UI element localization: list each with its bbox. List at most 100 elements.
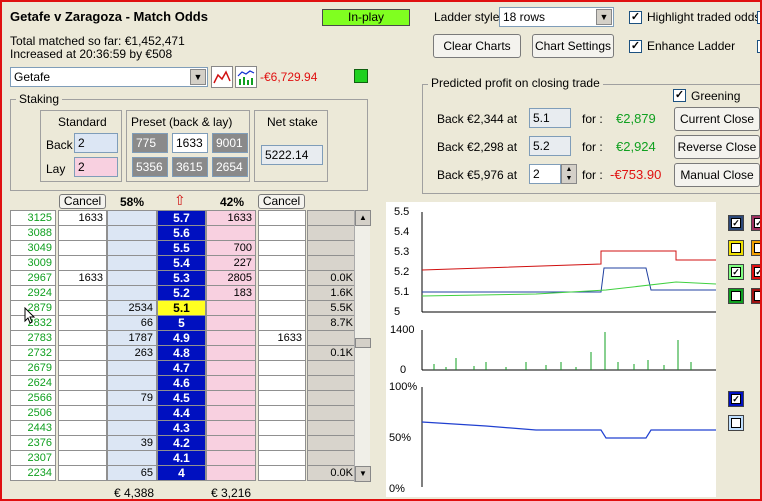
manual-price-input[interactable]: 2 <box>529 164 561 184</box>
series-check-icon[interactable]: ✓ <box>754 267 760 277</box>
extra-checkbox-2[interactable] <box>757 40 760 53</box>
ladder-back-cell[interactable] <box>107 360 157 376</box>
ladder-back-cell[interactable] <box>107 285 157 301</box>
ladder-price-cell[interactable]: 5.6 <box>157 225 206 241</box>
ladder-lay-stake-cell[interactable]: 1633 <box>258 330 306 346</box>
ladder-back-stake-cell[interactable] <box>58 405 107 421</box>
ladder-back-cell[interactable] <box>107 405 157 421</box>
ladder-back-cell[interactable] <box>107 210 157 226</box>
ladder-back-cell[interactable] <box>107 420 157 436</box>
ladder-back-stake-cell[interactable] <box>58 300 107 316</box>
ladder-lay-stake-cell[interactable] <box>258 345 306 361</box>
enhance-checkbox[interactable]: ✓ <box>629 40 642 53</box>
ladder-price-cell[interactable]: 4.2 <box>157 435 206 451</box>
ladder-back-stake-cell[interactable] <box>58 225 107 241</box>
ladder-price-cell[interactable]: 4.9 <box>157 330 206 346</box>
scroll-thumb[interactable] <box>355 338 371 348</box>
ladder-lay-cell[interactable] <box>206 315 256 331</box>
ladder-style-select[interactable]: 18 rows ▼ <box>499 7 614 27</box>
ladder-lay-cell[interactable] <box>206 225 256 241</box>
series-check-icon[interactable]: ✓ <box>731 218 741 228</box>
ladder-back-cell[interactable]: 79 <box>107 390 157 406</box>
series-box-icon[interactable] <box>731 418 741 428</box>
ladder-price-cell[interactable]: 4 <box>157 465 206 481</box>
current-close-button[interactable]: Current Close <box>674 107 760 131</box>
ladder-back-cell[interactable] <box>107 255 157 271</box>
series-color-lightgreen[interactable]: ✓ <box>728 264 744 280</box>
ladder-lay-stake-cell[interactable] <box>258 285 306 301</box>
ladder-price-cell[interactable]: 5.5 <box>157 240 206 256</box>
line-chart-icon[interactable] <box>211 66 233 88</box>
ladder-lay-stake-cell[interactable] <box>258 420 306 436</box>
series-box-icon[interactable] <box>754 243 760 253</box>
lay-stake-input[interactable]: 2 <box>74 157 118 177</box>
ladder-back-cell[interactable]: 263 <box>107 345 157 361</box>
ladder-price-cell[interactable]: 5.1 <box>157 300 206 316</box>
ladder-back-cell[interactable] <box>107 225 157 241</box>
ladder-price-cell[interactable]: 4.1 <box>157 450 206 466</box>
ladder-lay-stake-cell[interactable] <box>258 240 306 256</box>
series-color-darkred[interactable] <box>751 288 760 304</box>
ladder-lay-cell[interactable] <box>206 465 256 481</box>
ladder-price-cell[interactable]: 5 <box>157 315 206 331</box>
series-check-icon[interactable]: ✓ <box>731 394 741 404</box>
ladder-back-stake-cell[interactable] <box>58 390 107 406</box>
series-color-red[interactable]: ✓ <box>751 264 760 280</box>
ladder-back-stake-cell[interactable] <box>58 330 107 346</box>
preset-lay-1[interactable]: 5356 <box>132 157 168 177</box>
ladder-scrollbar[interactable]: ▲ ▼ <box>354 210 371 482</box>
ladder-lay-cell[interactable]: 183 <box>206 285 256 301</box>
ladder-back-stake-cell[interactable] <box>58 465 107 481</box>
ladder-lay-cell[interactable] <box>206 345 256 361</box>
scroll-down-icon[interactable]: ▼ <box>355 466 371 482</box>
ladder-lay-cell[interactable] <box>206 360 256 376</box>
chart-settings-button[interactable]: Chart Settings <box>532 34 614 58</box>
series-color-magenta[interactable]: ✓ <box>751 215 760 231</box>
ladder-back-stake-cell[interactable] <box>58 420 107 436</box>
ladder-lay-cell[interactable]: 700 <box>206 240 256 256</box>
ladder-back-cell[interactable]: 1787 <box>107 330 157 346</box>
series-color-pct-blue[interactable]: ✓ <box>728 391 744 407</box>
series-color-yellow[interactable] <box>728 240 744 256</box>
ladder-back-stake-cell[interactable] <box>58 240 107 256</box>
chevron-down-icon[interactable]: ▼ <box>190 69 206 85</box>
series-color-blue[interactable]: ✓ <box>728 215 744 231</box>
spinner-icon[interactable]: ▲ ▼ <box>561 164 577 184</box>
ladder-back-stake-cell[interactable] <box>58 285 107 301</box>
scroll-up-icon[interactable]: ▲ <box>355 210 371 226</box>
ladder-back-stake-cell[interactable] <box>58 255 107 271</box>
ladder-lay-cell[interactable] <box>206 390 256 406</box>
ladder-back-stake-cell[interactable] <box>58 315 107 331</box>
ladder-price-cell[interactable]: 4.7 <box>157 360 206 376</box>
ladder-back-stake-cell[interactable] <box>58 375 107 391</box>
chevron-down-icon[interactable]: ▼ <box>596 9 612 25</box>
ladder-lay-stake-cell[interactable] <box>258 255 306 271</box>
ladder-lay-cell[interactable] <box>206 420 256 436</box>
ladder-lay-stake-cell[interactable] <box>258 375 306 391</box>
ladder-back-cell[interactable]: 2534 <box>107 300 157 316</box>
ladder-price-cell[interactable]: 4.5 <box>157 390 206 406</box>
ladder-lay-cell[interactable]: 227 <box>206 255 256 271</box>
cancel-back-button[interactable]: Cancel <box>59 194 106 209</box>
back-stake-input[interactable]: 2 <box>74 133 118 153</box>
ladder-lay-stake-cell[interactable] <box>258 300 306 316</box>
ladder-back-cell[interactable] <box>107 240 157 256</box>
ladder-lay-cell[interactable] <box>206 330 256 346</box>
ladder-lay-stake-cell[interactable] <box>258 450 306 466</box>
preset-lay-3[interactable]: 2654 <box>212 157 248 177</box>
ladder-back-cell[interactable]: 65 <box>107 465 157 481</box>
up-arrow-icon[interactable]: ⇧ <box>174 192 186 209</box>
ladder-back-cell[interactable] <box>107 450 157 466</box>
ladder-lay-cell[interactable]: 1633 <box>206 210 256 226</box>
ladder-lay-cell[interactable] <box>206 405 256 421</box>
ladder-price-cell[interactable]: 4.3 <box>157 420 206 436</box>
series-check-icon[interactable]: ✓ <box>754 218 760 228</box>
ladder-lay-stake-cell[interactable] <box>258 465 306 481</box>
ladder-lay-cell[interactable] <box>206 300 256 316</box>
ladder-lay-cell[interactable] <box>206 435 256 451</box>
preset-back-3[interactable]: 9001 <box>212 133 248 153</box>
ladder-lay-stake-cell[interactable] <box>258 435 306 451</box>
ladder-back-cell[interactable]: 66 <box>107 315 157 331</box>
cancel-lay-button[interactable]: Cancel <box>258 194 305 209</box>
ladder-price-cell[interactable]: 5.7 <box>157 210 206 226</box>
